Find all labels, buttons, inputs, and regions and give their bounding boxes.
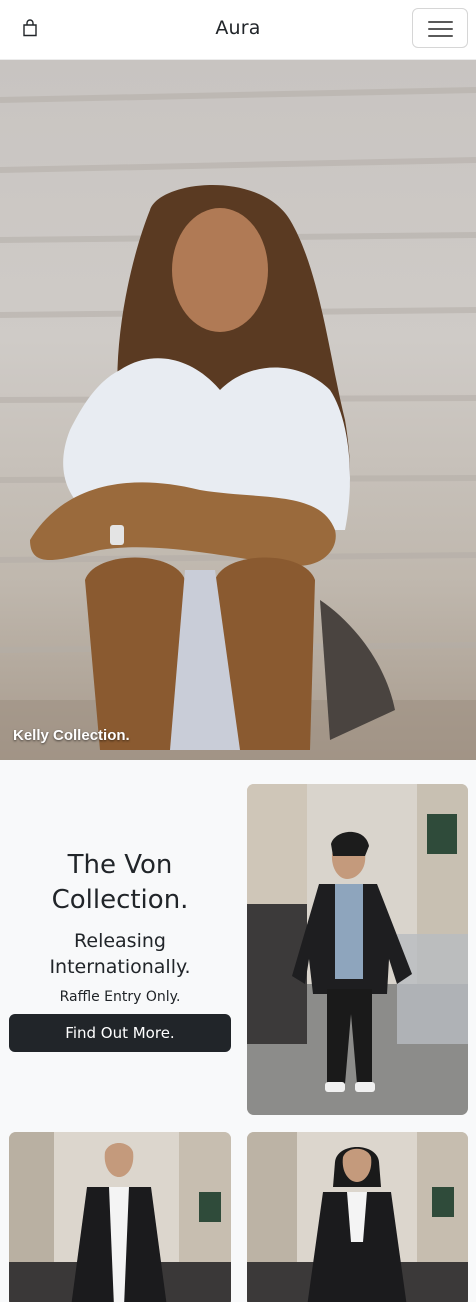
runway-photo	[247, 784, 468, 1115]
find-out-more-button[interactable]: Find Out More.	[9, 1014, 231, 1052]
runway-photo	[247, 1132, 468, 1302]
collection-promo: The Von Collection. Releasing Internatio…	[9, 848, 231, 1052]
collection-photo-1[interactable]	[247, 784, 468, 1115]
hero-caption: Kelly Collection.	[13, 727, 130, 744]
collection-section: The Von Collection. Releasing Internatio…	[0, 760, 476, 1302]
collection-photo-2[interactable]	[9, 1132, 231, 1302]
runway-photo	[9, 1132, 231, 1302]
collection-title: The Von Collection.	[51, 850, 189, 915]
hamburger-line	[428, 28, 453, 30]
collection-note: Raffle Entry Only.	[59, 989, 181, 1005]
collection-subtitle: Releasing Internationally.	[49, 930, 191, 978]
navbar: Aura	[0, 0, 476, 60]
hero-photo	[0, 87, 476, 760]
hero-banner[interactable]: Kelly Collection.	[0, 60, 476, 760]
brand-logo[interactable]: Aura	[0, 17, 476, 39]
hamburger-line	[428, 35, 453, 37]
collection-photo-3[interactable]	[247, 1132, 468, 1302]
menu-toggle-button[interactable]	[412, 8, 468, 48]
hamburger-menu-icon	[428, 21, 453, 23]
